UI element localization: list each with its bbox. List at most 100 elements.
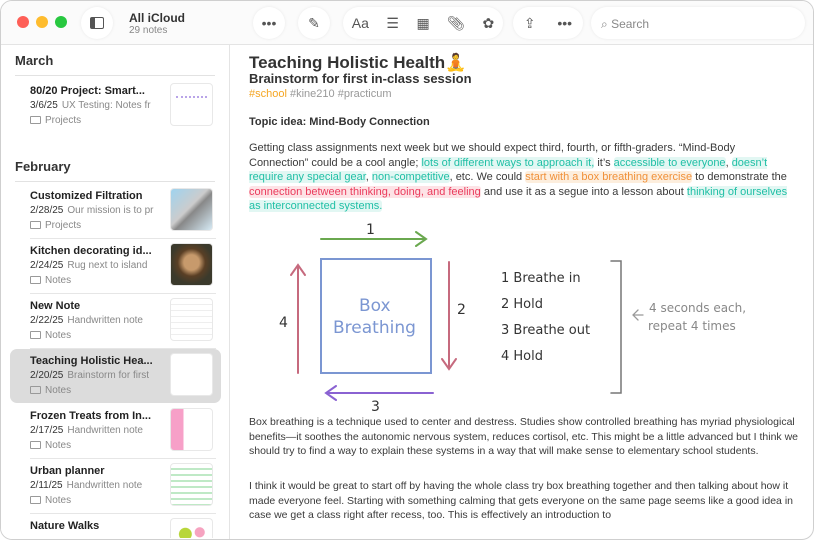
note-title: Frozen Treats from In... — [30, 410, 152, 422]
share-group: ⇪ ••• — [513, 7, 583, 39]
box-label: Box — [359, 296, 391, 316]
format-toolbar: Aa ☰ ▦ 📎︎ ✿ — [343, 7, 503, 39]
list-item-selected[interactable]: Teaching Holistic Hea... 2/20/25 Brainsto… — [10, 349, 221, 403]
note-title: Urban planner — [30, 465, 105, 477]
checklist-icon[interactable]: ☰ — [386, 15, 399, 32]
folder-icon — [30, 496, 41, 504]
close-button[interactable] — [17, 16, 29, 28]
note-thumbnail — [170, 463, 213, 506]
folder-icon — [30, 116, 41, 124]
list-item[interactable]: Urban planner 2/11/25 Handwritten note No… — [10, 459, 221, 514]
compose-icon: ✎ — [308, 14, 320, 31]
note-title: Teaching Holistic Health🧘 — [249, 53, 467, 72]
note-subtitle: Brainstorm for first in-class session — [249, 71, 472, 86]
note-thumbnail — [170, 188, 213, 231]
folder-title: All iCloud — [129, 11, 185, 25]
note-editor[interactable]: Teaching Holistic Health🧘 Brainstorm for… — [249, 45, 804, 539]
divider — [15, 75, 215, 76]
arrow-label: 4 — [279, 315, 288, 331]
sidebar-icon — [90, 17, 104, 29]
ellipsis-icon[interactable]: ••• — [557, 15, 572, 31]
folder-icon — [30, 331, 41, 339]
note-meta: 2/24/25 Rug next to island — [30, 260, 148, 271]
note-title: Customized Filtration — [30, 190, 143, 202]
more-button[interactable]: ••• — [253, 7, 285, 39]
tag[interactable]: #practicum — [338, 88, 392, 100]
box-breathing-drawing[interactable]: 1 2 3 4 Box Breathing 1 Breathe in 2 Hol… — [271, 217, 791, 413]
list-item[interactable]: Frozen Treats from In... 2/17/25 Handwrit… — [10, 404, 221, 459]
section-header-february: February — [15, 159, 71, 174]
list-item[interactable]: Customized Filtration 2/28/25 Our mission… — [10, 184, 221, 239]
divider — [15, 181, 215, 182]
section-header-march: March — [15, 53, 54, 68]
step: 3 Breathe out — [501, 323, 590, 338]
arrow-label: 1 — [366, 222, 375, 238]
note-thumbnail — [170, 83, 213, 126]
note-thumbnail — [170, 298, 213, 341]
sidebar-toggle-button[interactable] — [81, 7, 113, 39]
folder-icon — [30, 276, 41, 284]
tag[interactable]: #kine210 — [290, 88, 335, 100]
note-folder: Notes — [30, 440, 71, 451]
paragraph-2: Box breathing is a technique used to cen… — [249, 416, 798, 457]
ellipsis-icon: ••• — [261, 15, 277, 31]
note-title: Teaching Holistic Hea... — [30, 355, 153, 367]
tags: #school #kine210 #practicum — [249, 88, 392, 100]
note-meta: 2/17/25 Handwritten note — [30, 425, 143, 436]
list-item[interactable]: Nature Walks — [10, 514, 221, 538]
step: 2 Hold — [501, 297, 543, 312]
arrow-label: 3 — [371, 399, 380, 413]
folder-icon — [30, 441, 41, 449]
notes-window: All iCloud 29 notes ••• ✎ Aa ☰ ▦ 📎︎ ✿ ⇪ … — [0, 0, 814, 540]
table-icon[interactable]: ▦ — [416, 15, 429, 32]
step: 4 Hold — [501, 349, 543, 364]
note-title: 80/20 Project: Smart... — [30, 85, 145, 97]
toolbar: All iCloud 29 notes ••• ✎ Aa ☰ ▦ 📎︎ ✿ ⇪ … — [1, 1, 813, 45]
note-title: Kitchen decorating id... — [30, 245, 152, 257]
annotation: repeat 4 times — [648, 319, 736, 333]
note-meta: 2/20/25 Brainstorm for first — [30, 370, 150, 381]
arrow-left-icon — [632, 309, 644, 321]
folder-icon — [30, 221, 41, 229]
search-input[interactable]: ⌕ Search — [591, 7, 805, 39]
note-thumbnail — [170, 408, 213, 451]
search-placeholder: Search — [611, 17, 650, 31]
note-folder: Projects — [30, 115, 81, 126]
box-label: Breathing — [333, 318, 416, 338]
arrow-4 — [290, 263, 306, 374]
note-meta: 3/6/25 UX Testing: Notes fr — [30, 100, 151, 111]
zoom-button[interactable] — [55, 16, 67, 28]
arrow-3 — [324, 385, 434, 401]
share-icon[interactable]: ⇪ — [524, 15, 536, 32]
list-item[interactable]: Kitchen decorating id... 2/24/25 Rug next… — [10, 239, 221, 294]
topic-heading: Topic idea: Mind-Body Connection — [249, 116, 430, 128]
step: 1 Breathe in — [501, 271, 581, 286]
new-note-button[interactable]: ✎ — [298, 7, 330, 39]
attachment-icon[interactable]: 📎︎ — [447, 15, 465, 32]
note-thumbnail — [170, 518, 213, 538]
search-icon: ⌕ — [601, 17, 612, 31]
format-button[interactable]: Aa — [352, 15, 369, 31]
tag[interactable]: #school — [249, 88, 287, 100]
note-thumbnail — [170, 243, 213, 286]
folder-icon — [30, 386, 41, 394]
note-thumbnail — [170, 353, 213, 396]
minimize-button[interactable] — [36, 16, 48, 28]
note-meta: 2/22/25 Handwritten note — [30, 315, 143, 326]
box-shape — [320, 258, 432, 374]
note-folder: Notes — [30, 495, 71, 506]
arrow-2 — [441, 261, 457, 371]
note-title: New Note — [30, 300, 81, 312]
arrow-label: 2 — [457, 302, 466, 318]
markup-icon[interactable]: ✿ — [482, 15, 494, 32]
bracket — [610, 260, 622, 394]
list-item[interactable]: 80/20 Project: Smart... 3/6/25 UX Testing… — [10, 79, 221, 133]
note-meta: 2/28/25 Our mission is to pr — [30, 205, 154, 216]
paragraph-3: I think it would be great to start off b… — [249, 480, 793, 521]
paragraph-1: Getting class assignments next week but … — [249, 142, 788, 212]
list-item[interactable]: New Note 2/22/25 Handwritten note Notes — [10, 294, 221, 349]
note-folder: Notes — [30, 330, 71, 341]
note-folder: Projects — [30, 220, 81, 231]
note-meta: 2/11/25 Handwritten note — [30, 480, 143, 491]
note-title: Nature Walks — [30, 520, 100, 532]
